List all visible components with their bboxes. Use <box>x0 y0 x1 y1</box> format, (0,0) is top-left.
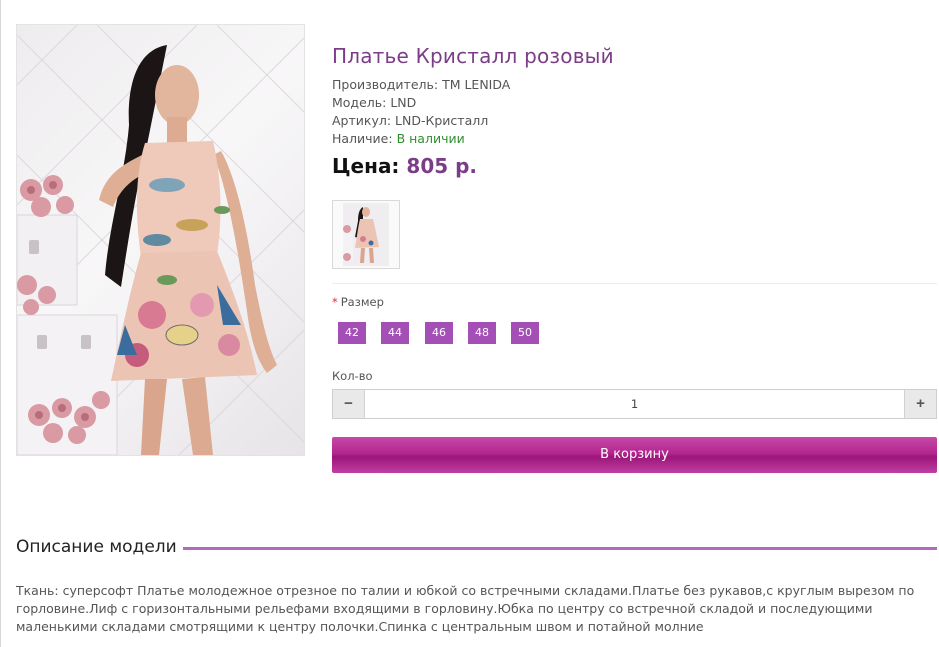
model-label: Модель: <box>332 95 387 110</box>
price-label: Цена: <box>332 154 400 178</box>
product-thumbnail[interactable] <box>332 200 400 269</box>
manufacturer-value[interactable]: ТМ LENIDA <box>442 77 510 92</box>
required-mark: * <box>332 295 338 309</box>
size-option-46[interactable]: 46 <box>425 322 453 344</box>
sku-line: Артикул: LND-Кристалл <box>332 113 488 128</box>
quantity-stepper: − + <box>332 389 937 419</box>
quantity-decrease-button[interactable]: − <box>333 390 365 418</box>
size-label: * Размер <box>332 295 384 309</box>
size-option-48[interactable]: 48 <box>468 322 496 344</box>
model-value: LND <box>390 95 417 110</box>
description-heading-rule <box>182 547 937 550</box>
product-title: Платье Кристалл розовый <box>332 44 614 68</box>
model-line: Модель: LND <box>332 95 416 110</box>
size-option-42[interactable]: 42 <box>338 322 366 344</box>
sku-label: Артикул: <box>332 113 392 128</box>
quantity-increase-button[interactable]: + <box>904 390 936 418</box>
size-option-50[interactable]: 50 <box>511 322 539 344</box>
size-label-text: Размер <box>340 295 384 309</box>
size-option-44[interactable]: 44 <box>381 322 409 344</box>
options-divider <box>332 283 937 284</box>
quantity-input[interactable] <box>365 390 904 418</box>
manufacturer-label: Производитель: <box>332 77 439 92</box>
add-to-cart-button[interactable]: В корзину <box>332 437 937 473</box>
page-left-border <box>0 0 1 647</box>
availability-status: В наличии <box>396 131 465 146</box>
description-text: Ткань: суперсофт Платье молодежное отрез… <box>16 583 915 634</box>
quantity-label: Кол-во <box>332 369 373 383</box>
thumbnail-image <box>343 203 389 266</box>
manufacturer-line: Производитель: ТМ LENIDA <box>332 77 510 92</box>
sku-value: LND-Кристалл <box>395 113 489 128</box>
availability-line: Наличие: В наличии <box>332 131 465 146</box>
description-heading: Описание модели <box>16 537 183 557</box>
product-main-image[interactable] <box>16 24 305 456</box>
dress-photo <box>17 25 304 455</box>
price: Цена: 805 р. <box>332 154 477 178</box>
availability-label: Наличие: <box>332 131 393 146</box>
price-amount: 805 р. <box>406 154 478 178</box>
